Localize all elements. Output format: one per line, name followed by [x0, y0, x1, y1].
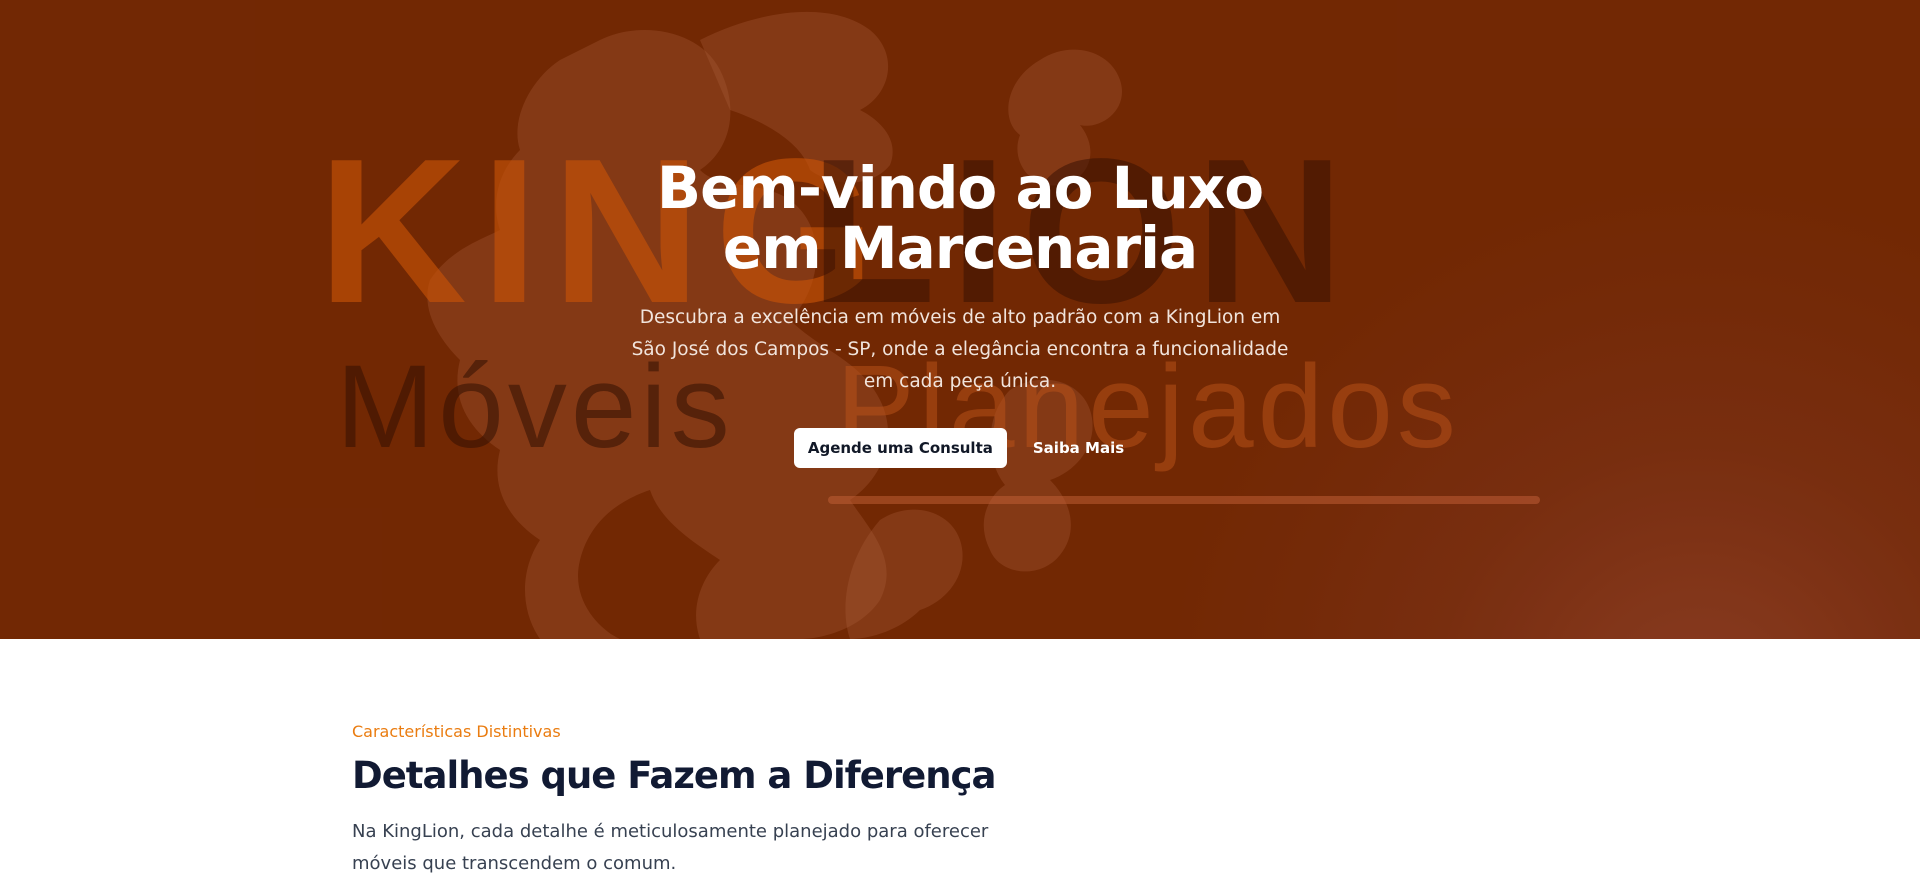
hero-content: Bem-vindo ao Luxo em Marcenaria Descubra… [610, 158, 1310, 468]
hero-title: Bem-vindo ao Luxo em Marcenaria [656, 154, 1264, 282]
features-content: Características Distintivas Detalhes que… [352, 722, 1052, 880]
features-description: Na KingLion, cada detalhe é meticulosame… [352, 821, 989, 874]
learn-more-button[interactable]: Saiba Mais [1031, 428, 1126, 468]
hero-subtitle: Descubra a excelência em móveis de alto … [631, 307, 1289, 392]
hero-section: KING LION Móveis Planejados Bem-vindo ao… [0, 0, 1920, 639]
schedule-consultation-button[interactable]: Agende uma Consulta [793, 428, 1007, 468]
features-title: Detalhes que Fazem a Diferença [352, 754, 996, 797]
features-section: Características Distintivas Detalhes que… [0, 639, 1920, 881]
features-eyebrow: Características Distintivas [352, 722, 561, 741]
hero-actions: Agende uma Consulta Saiba Mais [610, 428, 1310, 468]
